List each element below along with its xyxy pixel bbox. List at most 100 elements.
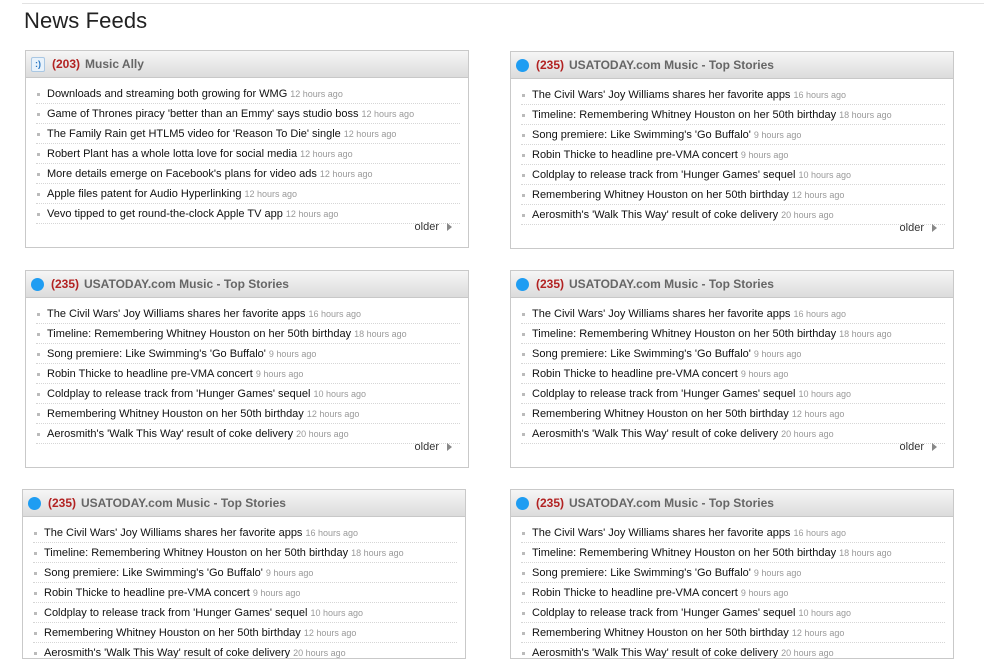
feed-source-title[interactable]: USATODAY.com Music - Top Stories (569, 58, 774, 72)
feed-item-timestamp: 18 hours ago (839, 548, 892, 558)
feed-item-link[interactable]: The Civil Wars' Joy Williams shares her … (532, 527, 790, 539)
feed-item-link[interactable]: Aerosmith's 'Walk This Way' result of co… (44, 647, 290, 658)
feed-header[interactable]: (235) USATODAY.com Music - Top Stories (26, 271, 468, 298)
feed-item-link[interactable]: The Family Rain get HTLM5 video for 'Rea… (47, 128, 341, 140)
feed-item-link[interactable]: Robin Thicke to headline pre-VMA concert (47, 368, 253, 380)
feed-item-link[interactable]: Aerosmith's 'Walk This Way' result of co… (532, 428, 778, 440)
feed-header[interactable]: (235) USATODAY.com Music - Top Stories (23, 490, 465, 517)
older-button[interactable]: older (415, 441, 452, 453)
list-item: The Civil Wars' Joy Williams shares her … (36, 305, 460, 324)
feed-item-link[interactable]: Song premiere: Like Swimming's 'Go Buffa… (532, 348, 751, 360)
list-item: Aerosmith's 'Walk This Way' result of co… (521, 644, 945, 658)
feed-item-link[interactable]: Downloads and streaming both growing for… (47, 88, 287, 100)
feed-item-timestamp: 16 hours ago (793, 90, 846, 100)
feed-source-title[interactable]: USATODAY.com Music - Top Stories (569, 277, 774, 291)
feed-item-link[interactable]: Coldplay to release track from 'Hunger G… (47, 388, 310, 400)
feed-item-link[interactable]: Song premiere: Like Swimming's 'Go Buffa… (532, 567, 751, 579)
list-item: Song premiere: Like Swimming's 'Go Buffa… (36, 345, 460, 364)
feed-item-timestamp: 9 hours ago (255, 369, 304, 379)
feed-item-link[interactable]: Coldplay to release track from 'Hunger G… (532, 169, 795, 181)
list-item: Aerosmith's 'Walk This Way' result of co… (521, 425, 945, 444)
feed-item-link[interactable]: Coldplay to release track from 'Hunger G… (532, 607, 795, 619)
feed-item-link[interactable]: The Civil Wars' Joy Williams shares her … (47, 308, 305, 320)
feed-item-link[interactable]: Apple files patent for Audio Hyperlinkin… (47, 188, 241, 200)
feed-item-link[interactable]: Timeline: Remembering Whitney Houston on… (532, 328, 836, 340)
feed-header[interactable]: :) (203) Music Ally (26, 51, 468, 78)
feed-item-link[interactable]: The Civil Wars' Joy Williams shares her … (532, 89, 790, 101)
feed-source-title[interactable]: USATODAY.com Music - Top Stories (84, 277, 289, 291)
feed-item-link[interactable]: Aerosmith's 'Walk This Way' result of co… (532, 647, 778, 658)
chevron-right-icon (447, 223, 452, 232)
feed-source-title[interactable]: Music Ally (85, 57, 144, 71)
older-button[interactable]: older (415, 221, 452, 233)
feed-item-timestamp: 16 hours ago (793, 528, 846, 538)
feed-panel: (235) USATODAY.com Music - Top Stories The… (510, 51, 954, 249)
feed-item-link[interactable]: Vevo tipped to get round-the-clock Apple… (47, 208, 283, 220)
feed-item-link[interactable]: Song premiere: Like Swimming's 'Go Buffa… (532, 129, 751, 141)
feed-panel: (235) USATODAY.com Music - Top Stories The… (510, 270, 954, 468)
feed-unread-count: (235) (48, 496, 77, 510)
feed-header[interactable]: (235) USATODAY.com Music - Top Stories (511, 52, 953, 79)
feed-item-link[interactable]: Robin Thicke to headline pre-VMA concert (532, 587, 738, 599)
feed-item-link[interactable]: The Civil Wars' Joy Williams shares her … (44, 527, 302, 539)
feed-item-timestamp: 12 hours ago (285, 209, 339, 219)
list-item: The Civil Wars' Joy Williams shares her … (521, 305, 945, 324)
list-item: Coldplay to release track from 'Hunger G… (521, 385, 945, 404)
feed-panel: (235) USATODAY.com Music - Top Stories The… (510, 489, 954, 659)
feed-item-link[interactable]: Robin Thicke to headline pre-VMA concert (44, 587, 250, 599)
list-item: Apple files patent for Audio Hyperlinkin… (36, 185, 460, 204)
older-label: older (899, 222, 924, 234)
list-item: Song premiere: Like Swimming's 'Go Buffa… (33, 564, 457, 583)
feed-source-title[interactable]: USATODAY.com Music - Top Stories (81, 496, 286, 510)
page-title: News Feeds (24, 8, 148, 33)
feed-item-link[interactable]: Song premiere: Like Swimming's 'Go Buffa… (44, 567, 263, 579)
feed-item-link[interactable]: Aerosmith's 'Walk This Way' result of co… (532, 209, 778, 221)
feed-item-link[interactable]: Remembering Whitney Houston on her 50th … (532, 627, 789, 639)
feed-item-link[interactable]: Remembering Whitney Houston on her 50th … (44, 627, 301, 639)
feed-item-timestamp: 12 hours ago (300, 149, 353, 159)
list-item: The Civil Wars' Joy Williams shares her … (521, 86, 945, 105)
feed-item-timestamp: 20 hours ago (296, 429, 349, 439)
feed-item-timestamp: 9 hours ago (740, 369, 789, 379)
feed-item-link[interactable]: Timeline: Remembering Whitney Houston on… (532, 109, 836, 121)
feed-item-timestamp: 12 hours ago (244, 189, 297, 199)
feed-item-link[interactable]: Game of Thrones piracy 'better than an E… (47, 108, 359, 120)
list-item: Robin Thicke to headline pre-VMA concert… (521, 584, 945, 603)
list-item: Coldplay to release track from 'Hunger G… (36, 385, 460, 404)
feed-header[interactable]: (235) USATODAY.com Music - Top Stories (511, 490, 953, 517)
feed-source-title[interactable]: USATODAY.com Music - Top Stories (569, 496, 774, 510)
list-item: Song premiere: Like Swimming's 'Go Buffa… (521, 345, 945, 364)
feed-item-timestamp: 12 hours ago (306, 409, 360, 419)
usatoday-icon (516, 58, 529, 72)
feed-item-timestamp: 9 hours ago (740, 588, 789, 598)
feed-item-link[interactable]: Timeline: Remembering Whitney Houston on… (532, 547, 836, 559)
feed-item-link[interactable]: Robert Plant has a whole lotta love for … (47, 148, 297, 160)
feed-item-link[interactable]: Timeline: Remembering Whitney Houston on… (44, 547, 348, 559)
feed-header[interactable]: (235) USATODAY.com Music - Top Stories (511, 271, 953, 298)
music-ally-icon: :) (31, 56, 45, 72)
feed-item-timestamp: 16 hours ago (793, 309, 846, 319)
older-button[interactable]: older (900, 441, 937, 453)
feed-item-link[interactable]: Coldplay to release track from 'Hunger G… (44, 607, 307, 619)
list-item: Coldplay to release track from 'Hunger G… (521, 166, 945, 185)
list-item: Aerosmith's 'Walk This Way' result of co… (36, 425, 460, 444)
list-item: Remembering Whitney Houston on her 50th … (33, 624, 457, 643)
feed-item-link[interactable]: More details emerge on Facebook's plans … (47, 168, 317, 180)
feed-item-link[interactable]: Aerosmith's 'Walk This Way' result of co… (47, 428, 293, 440)
list-item: Timeline: Remembering Whitney Houston on… (33, 544, 457, 563)
older-button[interactable]: older (900, 222, 937, 234)
feed-item-link[interactable]: Robin Thicke to headline pre-VMA concert (532, 149, 738, 161)
feed-item-timestamp: 20 hours ago (293, 648, 346, 658)
feed-item-link[interactable]: The Civil Wars' Joy Williams shares her … (532, 308, 790, 320)
list-item: Song premiere: Like Swimming's 'Go Buffa… (521, 126, 945, 145)
feed-item-link[interactable]: Timeline: Remembering Whitney Houston on… (47, 328, 351, 340)
usatoday-icon (31, 277, 44, 291)
feed-item-link[interactable]: Remembering Whitney Houston on her 50th … (532, 408, 789, 420)
feed-item-link[interactable]: Remembering Whitney Houston on her 50th … (532, 189, 789, 201)
feed-item-link[interactable]: Coldplay to release track from 'Hunger G… (532, 388, 795, 400)
list-item: Coldplay to release track from 'Hunger G… (33, 604, 457, 623)
feed-item-link[interactable]: Remembering Whitney Houston on her 50th … (47, 408, 304, 420)
feed-item-link[interactable]: Robin Thicke to headline pre-VMA concert (532, 368, 738, 380)
feed-item-timestamp: 12 hours ago (791, 628, 845, 638)
feed-item-link[interactable]: Song premiere: Like Swimming's 'Go Buffa… (47, 348, 266, 360)
